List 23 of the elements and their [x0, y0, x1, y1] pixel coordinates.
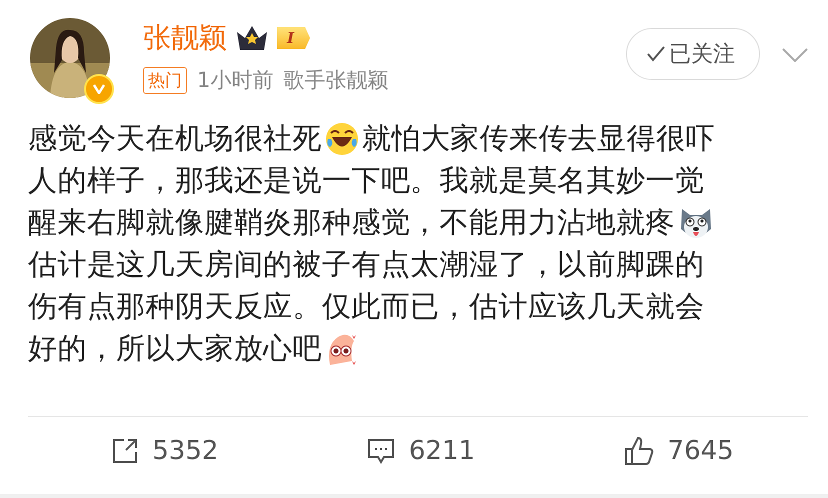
action-count[interactable]: 6211: [408, 436, 476, 466]
comment-icon: [366, 437, 395, 465]
laughing-face-icon: [325, 122, 359, 156]
post-text: 感觉今天在机场很社死: [28, 120, 322, 157]
thumbs-up-icon: [624, 436, 654, 466]
chevron-down-icon[interactable]: [782, 48, 808, 62]
action-count[interactable]: 5352: [152, 436, 218, 466]
post-text: 就怕大家传来传去显得很吓: [362, 120, 715, 157]
level-badge: I: [277, 27, 310, 49]
post-source: 歌手张靓颖: [283, 67, 388, 94]
hot-tag: 热门: [143, 66, 187, 94]
check-icon: [647, 46, 665, 62]
share-icon: [112, 438, 138, 464]
post-text: 人的样子，那我还是说一下吧。我就是莫名其妙一觉: [28, 162, 704, 199]
post-text: 伤有点那种阴天反应。仅此而已，估计应该几天就会: [28, 288, 704, 325]
crown-icon: [235, 24, 269, 52]
post-text: 好的，所以大家放心吧: [28, 330, 322, 367]
action-count[interactable]: 7645: [668, 436, 734, 466]
follow-button[interactable]: 已关注: [626, 28, 760, 80]
post-time: 1小时前: [197, 67, 274, 94]
post-text: 估计是这几天房间的被子有点太潮湿了，以前脚踝的: [28, 246, 704, 283]
check-v-icon: [93, 84, 105, 94]
post-text: 醒来右脚就像腱鞘炎那种感觉，不能用力沾地就疼: [28, 204, 675, 241]
